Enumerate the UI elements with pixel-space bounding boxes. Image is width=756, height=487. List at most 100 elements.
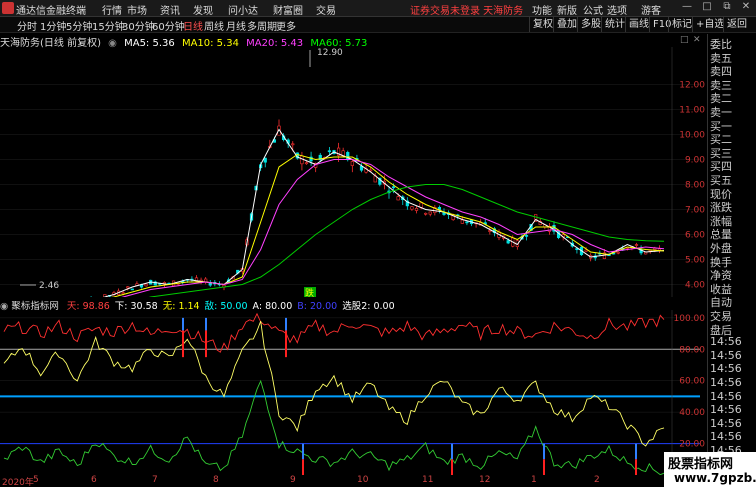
side-panel-label: 14:56: [710, 376, 742, 389]
back-button[interactable]: 返回: [723, 17, 750, 32]
menu-new-version[interactable]: 新版: [557, 2, 577, 17]
menu-quotes[interactable]: 行情: [102, 2, 122, 17]
stats-button[interactable]: 统计: [601, 17, 628, 32]
period-1min[interactable]: 1分钟: [40, 18, 66, 33]
period-30min[interactable]: 30分钟: [122, 18, 155, 33]
date-tick-label: 6: [91, 475, 97, 485]
indicator-tick-label: 20.00: [679, 440, 705, 450]
price-chart[interactable]: 12.0011.0010.009.008.007.006.005.004.00 …: [0, 47, 707, 297]
minimize-icon[interactable]: —: [680, 1, 694, 15]
candle-body: [391, 186, 396, 189]
side-panel-label: 14:56: [710, 416, 742, 430]
multi-stock-button[interactable]: 多股: [577, 17, 604, 32]
date-tick-label: 10: [357, 475, 369, 485]
indicator-line-1: [3, 320, 665, 447]
price-tick-label: 7.00: [685, 206, 705, 216]
candle-body: [121, 292, 125, 294]
side-panel-label: 14:56: [710, 403, 742, 417]
period-multi[interactable]: 多周期: [247, 18, 277, 33]
menu-trade[interactable]: 交易: [316, 2, 336, 17]
period-timeshare[interactable]: 分时: [17, 18, 37, 33]
price-tick-label: 5.00: [685, 256, 705, 266]
candle-body: [144, 283, 148, 287]
menu-discover[interactable]: 发现: [193, 2, 213, 17]
indicator-tick-label: 60.00: [679, 377, 705, 387]
watermark-url: www.7gpzb.com: [674, 471, 756, 485]
period-15min[interactable]: 15分钟: [92, 18, 125, 33]
candle-body: [584, 249, 588, 252]
user-login[interactable]: 游客: [641, 2, 661, 17]
close-icon[interactable]: ✕: [739, 1, 753, 15]
ma-line-ma60: [148, 184, 665, 297]
candle-body: [327, 150, 332, 153]
side-panel-label: 14:56: [710, 362, 742, 376]
indicator-chart[interactable]: 100.00 80.00 60.00 40.00 20.00: [0, 310, 707, 475]
app-logo-icon: [2, 2, 14, 14]
indicator-tick-label: 80.00: [679, 345, 705, 355]
price-tick-label: 9.00: [685, 156, 705, 166]
menu-options[interactable]: 选项: [607, 2, 627, 17]
side-panel-label: 14:56: [710, 335, 742, 349]
watermark: 股票指标网 www.7gpzb.com: [664, 452, 756, 487]
candle-body: [263, 157, 267, 163]
candle-body: [460, 219, 464, 224]
period-toolbar: 分时 1分钟 5分钟 15分钟 30分钟 60分钟 日线 周线 月线 多周期 更…: [0, 17, 756, 33]
price-tick-label: 10.00: [679, 131, 705, 141]
candle-body: [465, 221, 469, 224]
ma-line-ma5: [102, 128, 665, 297]
period-60min[interactable]: 60分钟: [152, 18, 185, 33]
candle-body: [524, 235, 529, 237]
candle-body: [204, 278, 208, 283]
indicator-line-0: [3, 312, 665, 353]
overlay-button[interactable]: 叠加: [553, 17, 580, 32]
menu-bar: 通达信金融终端 行情 市场 资讯 发现 问小达 财富圈 交易 证券交易未登录 天…: [0, 0, 756, 17]
candle-body: [396, 196, 400, 201]
mark-button[interactable]: 标记: [668, 17, 695, 32]
price-tick-label: 4.00: [685, 281, 705, 291]
login-notice[interactable]: 证券交易未登录 天海防务: [410, 2, 523, 17]
candle-body: [506, 240, 510, 244]
date-tick-label: 12: [479, 475, 491, 485]
maximize-icon[interactable]: □: [700, 1, 714, 15]
date-tick-label: 5: [33, 475, 39, 485]
candle-body: [208, 282, 212, 286]
period-5min[interactable]: 5分钟: [66, 18, 92, 33]
restore-icon[interactable]: ⧉: [720, 1, 734, 15]
ma-info-line: 天海防务(日线 前复权) ◉ MA5: 5.36 MA10: 5.34 MA20…: [0, 34, 371, 49]
menu-wealth-circle[interactable]: 财富圈: [273, 2, 303, 17]
menu-news[interactable]: 资讯: [160, 2, 180, 17]
period-weekly[interactable]: 周线: [204, 18, 224, 33]
period-daily[interactable]: 日线: [183, 18, 203, 33]
menu-market[interactable]: 市场: [127, 2, 147, 17]
candle-body: [304, 162, 309, 165]
side-panel-label: 14:56: [710, 389, 742, 403]
menu-formula[interactable]: 公式: [583, 2, 603, 17]
ma-line-ma20: [121, 159, 665, 297]
menu-function[interactable]: 功能: [532, 2, 552, 17]
adjust-button[interactable]: 复权: [529, 17, 556, 32]
ma-line-ma10: [110, 153, 665, 297]
candle-body: [428, 211, 432, 215]
candle-body: [350, 161, 354, 166]
candle-body: [634, 244, 639, 246]
date-tick-label: 8: [213, 475, 219, 485]
period-more[interactable]: 更多: [276, 18, 296, 33]
side-panel-label: 14:56: [710, 430, 742, 444]
menu-ask[interactable]: 问小达: [228, 2, 258, 17]
draw-line-button[interactable]: 画线: [625, 17, 652, 32]
indicator-tick-label: 40.00: [679, 408, 705, 418]
period-monthly[interactable]: 月线: [226, 18, 246, 33]
candle-body: [126, 286, 130, 289]
date-tick-label: 11: [422, 475, 434, 485]
date-tick-label: 2: [594, 475, 600, 485]
watermark-title: 股票指标网: [668, 457, 734, 472]
expand-icon[interactable]: □: [680, 35, 689, 45]
signal-marker-label: 跌: [305, 288, 314, 297]
pane-close-icon[interactable]: ✕: [693, 35, 701, 45]
quote-side-panel: 委比 卖五 卖四 卖三 卖二 卖一 买一 买二 买三 买四 买五 现价 涨跌 涨幅 总量 外盘 换手 净资 收益 自动…: [707, 34, 756, 487]
app-title: 通达信金融终端: [16, 6, 86, 17]
date-tick-label: 9: [290, 475, 296, 485]
candle-body: [424, 212, 428, 215]
candle-body: [130, 288, 134, 291]
candle-body: [616, 251, 620, 254]
